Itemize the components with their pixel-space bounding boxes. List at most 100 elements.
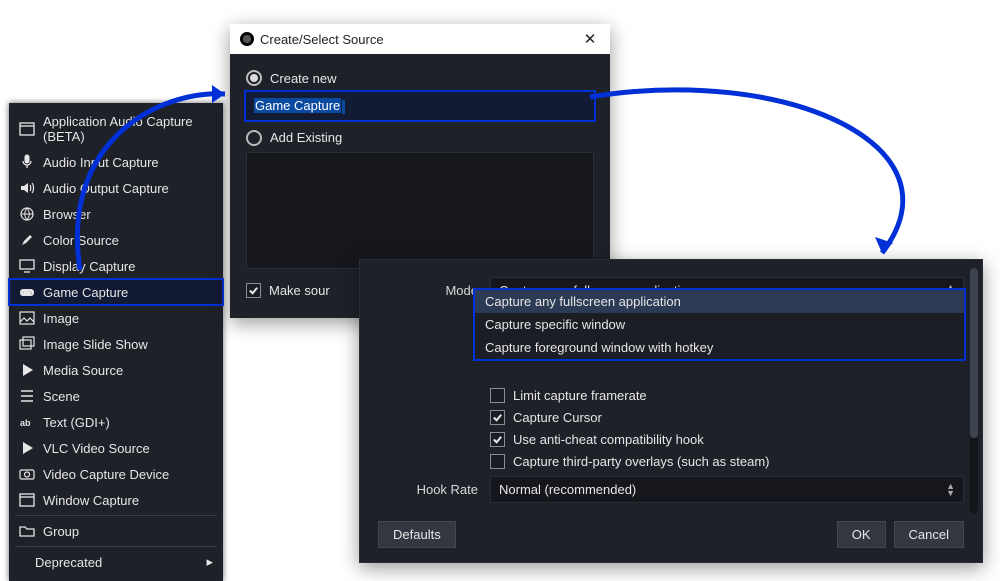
brush-icon xyxy=(19,232,35,248)
text-caret xyxy=(342,100,345,114)
checkbox-label: Capture third-party overlays (such as st… xyxy=(513,454,769,469)
mode-dropdown: Capture any fullscreen application Captu… xyxy=(475,290,964,359)
obs-logo-icon xyxy=(240,32,254,46)
updown-icon: ▲▼ xyxy=(946,483,955,497)
monitor-icon xyxy=(19,258,35,274)
source-browser[interactable]: Browser xyxy=(9,201,223,227)
source-audio-output[interactable]: Audio Output Capture xyxy=(9,175,223,201)
game-capture-properties-dialog: Mode Capture any fullscreen application ▲… xyxy=(359,259,983,563)
checkbox-label: Use anti-cheat compatibility hook xyxy=(513,432,704,447)
dialog-title: Create/Select Source xyxy=(260,32,580,47)
source-scene[interactable]: Scene xyxy=(9,383,223,409)
checkbox-label: Make sour xyxy=(269,283,330,298)
menu-item-label: Video Capture Device xyxy=(43,467,169,482)
dialog-titlebar: Create/Select Source ✕ xyxy=(230,24,610,54)
source-color[interactable]: Color Source xyxy=(9,227,223,253)
source-image-slideshow[interactable]: Image Slide Show xyxy=(9,331,223,357)
text-icon: ab xyxy=(19,414,35,430)
source-group[interactable]: Group xyxy=(9,518,223,544)
source-window-capture[interactable]: Window Capture xyxy=(9,487,223,513)
window-icon xyxy=(19,121,35,137)
checkbox-icon xyxy=(490,410,505,425)
chevron-right-icon: ▸ xyxy=(206,554,213,570)
source-app-audio[interactable]: Application Audio Capture (BETA) xyxy=(9,109,223,149)
menu-item-label: Image Slide Show xyxy=(43,337,148,352)
dialog-button-bar: Defaults OK Cancel xyxy=(378,521,964,548)
hook-rate-row: Hook Rate Normal (recommended) ▲▼ xyxy=(378,476,964,503)
hook-rate-label: Hook Rate xyxy=(378,482,490,497)
radio-icon xyxy=(246,130,262,146)
select-value: Normal (recommended) xyxy=(499,482,636,497)
mode-option[interactable]: Capture foreground window with hotkey xyxy=(475,336,964,359)
menu-item-label: Group xyxy=(43,524,79,539)
camera-icon xyxy=(19,466,35,482)
mode-option[interactable]: Capture any fullscreen application xyxy=(475,290,964,313)
add-source-menu: Application Audio Capture (BETA) Audio I… xyxy=(9,103,223,581)
menu-item-label: Window Capture xyxy=(43,493,139,508)
menu-item-label: Color Source xyxy=(43,233,119,248)
menu-item-label: Deprecated xyxy=(35,555,102,570)
radio-label: Add Existing xyxy=(270,130,342,145)
checkbox-icon xyxy=(490,432,505,447)
checkbox-label: Limit capture framerate xyxy=(513,388,647,403)
capture-cursor-checkbox[interactable]: Capture Cursor xyxy=(378,410,964,425)
checkbox-label: Capture Cursor xyxy=(513,410,602,425)
gamepad-icon xyxy=(19,284,35,300)
mode-label: Mode xyxy=(378,283,490,298)
source-audio-input[interactable]: Audio Input Capture xyxy=(9,149,223,175)
menu-item-label: Image xyxy=(43,311,79,326)
mode-option[interactable]: Capture specific window xyxy=(475,313,964,336)
source-text[interactable]: ab Text (GDI+) xyxy=(9,409,223,435)
menu-item-label: Browser xyxy=(43,207,91,222)
menu-separator xyxy=(15,515,217,516)
defaults-button[interactable]: Defaults xyxy=(378,521,456,548)
menu-item-label: Scene xyxy=(43,389,80,404)
checkbox-icon xyxy=(246,283,261,298)
menu-item-label: VLC Video Source xyxy=(43,441,150,456)
menu-item-label: Audio Input Capture xyxy=(43,155,159,170)
play-icon xyxy=(19,440,35,456)
menu-item-label: Display Capture xyxy=(43,259,136,274)
source-game-capture[interactable]: Game Capture xyxy=(9,279,223,305)
source-media[interactable]: Media Source xyxy=(9,357,223,383)
menu-item-label: Game Capture xyxy=(43,285,128,300)
source-image[interactable]: Image xyxy=(9,305,223,331)
limit-framerate-checkbox[interactable]: Limit capture framerate xyxy=(378,388,964,403)
radio-label: Create new xyxy=(270,71,336,86)
menu-item-label: Application Audio Capture (BETA) xyxy=(43,114,213,144)
scene-icon xyxy=(19,388,35,404)
window-icon xyxy=(19,492,35,508)
hook-rate-select[interactable]: Normal (recommended) ▲▼ xyxy=(490,476,964,503)
image-icon xyxy=(19,310,35,326)
menu-item-label: Audio Output Capture xyxy=(43,181,169,196)
flow-arrow xyxy=(585,85,985,275)
source-vlc[interactable]: VLC Video Source xyxy=(9,435,223,461)
checkbox-icon xyxy=(490,388,505,403)
create-new-radio[interactable]: Create new xyxy=(246,70,594,86)
globe-icon xyxy=(19,206,35,222)
menu-item-label: Media Source xyxy=(43,363,123,378)
play-icon xyxy=(19,362,35,378)
add-existing-radio[interactable]: Add Existing xyxy=(246,130,594,146)
slideshow-icon xyxy=(19,336,35,352)
svg-text:ab: ab xyxy=(20,418,31,428)
anti-cheat-checkbox[interactable]: Use anti-cheat compatibility hook xyxy=(378,432,964,447)
third-party-overlays-checkbox[interactable]: Capture third-party overlays (such as st… xyxy=(378,454,964,469)
source-display-capture[interactable]: Display Capture xyxy=(9,253,223,279)
menu-item-label: Text (GDI+) xyxy=(43,415,110,430)
checkbox-icon xyxy=(490,454,505,469)
speaker-icon xyxy=(19,180,35,196)
source-video-capture[interactable]: Video Capture Device xyxy=(9,461,223,487)
source-name-input[interactable]: Game Capture xyxy=(246,92,594,120)
menu-separator xyxy=(15,546,217,547)
scrollbar-thumb[interactable] xyxy=(970,268,978,438)
close-button[interactable]: ✕ xyxy=(580,30,600,48)
microphone-icon xyxy=(19,154,35,170)
input-value: Game Capture xyxy=(254,98,341,113)
existing-sources-list[interactable] xyxy=(246,152,594,269)
cancel-button[interactable]: Cancel xyxy=(894,521,964,548)
source-deprecated[interactable]: Deprecated ▸ xyxy=(9,549,223,575)
radio-icon xyxy=(246,70,262,86)
ok-button[interactable]: OK xyxy=(837,521,886,548)
folder-icon xyxy=(19,523,35,539)
